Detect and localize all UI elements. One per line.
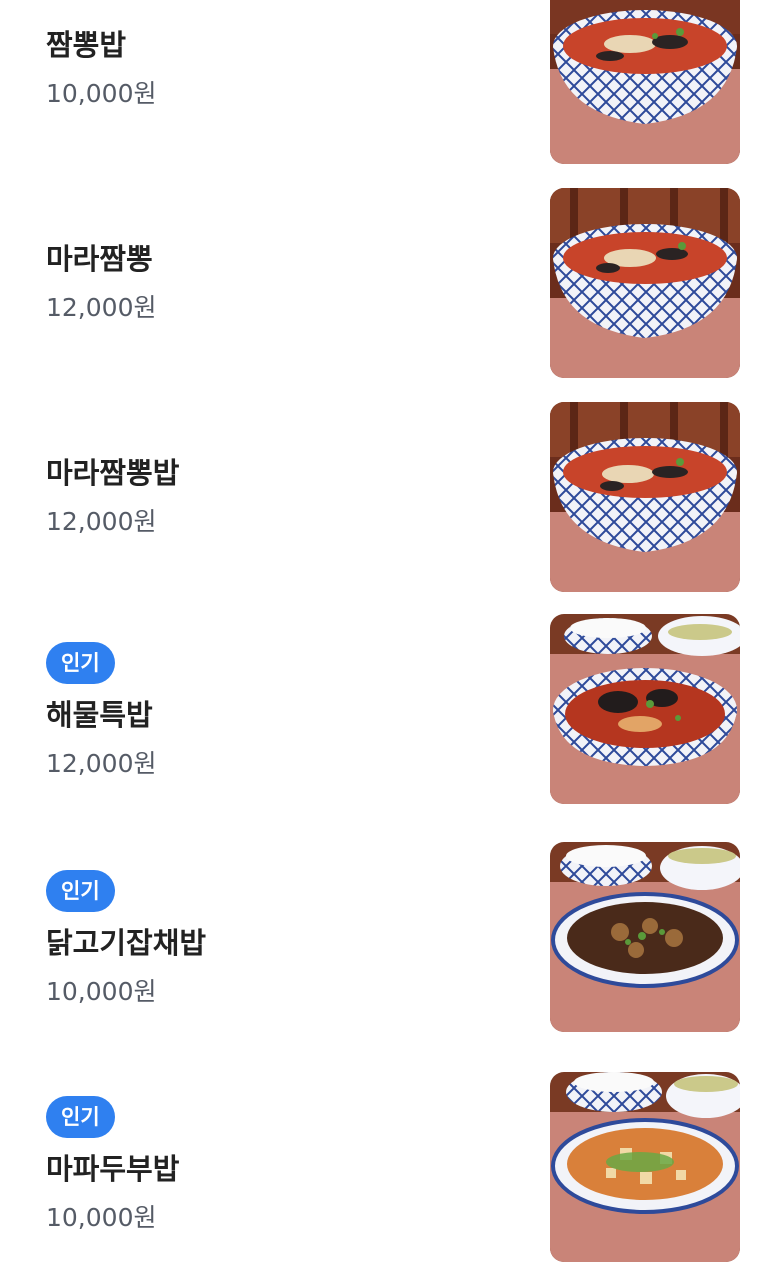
menu-item-name: 마라짬뽕	[46, 242, 153, 276]
menu-item-text: 인기 해물특밥 12,000원	[46, 642, 156, 780]
menu-item-price: 12,000원	[46, 507, 157, 536]
popular-badge: 인기	[46, 870, 115, 912]
menu-item-price: 10,000원	[46, 977, 157, 1006]
popular-badge: 인기	[46, 1096, 115, 1138]
menu-item-text: 인기 닭고기잡채밥 10,000원	[46, 870, 206, 1008]
menu-item-name: 해물특밥	[46, 698, 153, 732]
menu-item-price: 12,000원	[46, 749, 157, 778]
menu-item-text: 인기 마파두부밥 10,000원	[46, 1096, 179, 1234]
chicken-japchae-rice-photo	[550, 842, 740, 1032]
menu-item-text: 마라짬뽕밥 12,000원	[46, 454, 179, 538]
menu-item-price: 10,000원	[46, 79, 157, 108]
menu-item-mala-jjamppongbap[interactable]: 마라짬뽕밥 12,000원	[0, 402, 784, 592]
menu-item-haemul-teukbap[interactable]: 인기 해물특밥 12,000원	[0, 614, 784, 804]
menu-item-text: 짬뽕밥 10,000원	[46, 26, 156, 110]
menu-item-dakgogi-japchaebap[interactable]: 인기 닭고기잡채밥 10,000원	[0, 842, 784, 1032]
jjamppong-bowl-photo	[550, 188, 740, 378]
menu-item-price: 10,000원	[46, 1203, 157, 1232]
menu-item-price: 12,000원	[46, 293, 157, 322]
menu-item-mapa-dububap[interactable]: 인기 마파두부밥 10,000원	[0, 1072, 784, 1262]
menu-item-name: 마라짬뽕밥	[46, 456, 180, 490]
menu-item-name: 닭고기잡채밥	[46, 926, 207, 960]
menu-item-name: 마파두부밥	[46, 1152, 180, 1186]
menu-item-jjamppongbap[interactable]: 짬뽕밥 10,000원	[0, 0, 784, 170]
menu-item-mala-jjamppong[interactable]: 마라짬뽕 12,000원	[0, 188, 784, 378]
jjamppong-bowl-photo	[550, 402, 740, 592]
mapo-tofu-rice-photo	[550, 1072, 740, 1262]
seafood-rice-bowl-photo	[550, 614, 740, 804]
menu-item-name: 짬뽕밥	[46, 28, 127, 62]
menu-list: 짬뽕밥 10,000원 마라짬뽕 12,000원 마라짬뽕밥 12,000원 인…	[0, 0, 784, 1280]
popular-badge: 인기	[46, 642, 115, 684]
menu-item-text: 마라짬뽕 12,000원	[46, 240, 156, 324]
jjamppong-bowl-photo	[550, 0, 740, 164]
